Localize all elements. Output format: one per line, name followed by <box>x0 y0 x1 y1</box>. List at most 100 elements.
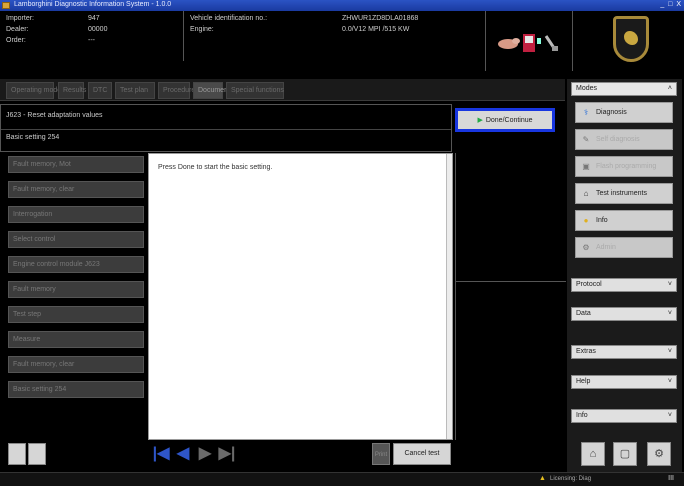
function-divider <box>1 129 451 130</box>
step-item[interactable]: Fault memory <box>8 281 144 298</box>
function-title-panel: J623 - Reset adaptation values Basic set… <box>0 104 452 152</box>
header-divider-logo <box>572 11 573 71</box>
cable-plug-icon <box>544 35 558 51</box>
hand-icon <box>498 38 520 49</box>
window-controls[interactable]: _ □ X <box>660 1 682 8</box>
instrument-icon: ⌂ <box>583 189 589 198</box>
step-item[interactable]: Test step <box>8 306 144 323</box>
header-divider <box>183 11 184 61</box>
tab-bar: Operating mode Results DTC Test plan Pro… <box>0 79 565 101</box>
home-icon[interactable]: ⌂ <box>581 442 605 466</box>
settings-icon[interactable]: ⚙ <box>647 442 671 466</box>
chevron-down-icon: ˅ <box>667 348 672 355</box>
tab-procedure[interactable]: Procedure <box>158 82 195 99</box>
flash-programming-button[interactable]: ▣ Flash programming <box>575 156 673 177</box>
vertical-scrollbar[interactable] <box>446 154 452 439</box>
diagnosis-button[interactable]: ⚕ Diagnosis <box>575 102 673 123</box>
dealer-value: 00000 <box>88 26 108 33</box>
next-page-icon[interactable]: ▶ <box>196 443 214 465</box>
test-instruments-button[interactable]: ⌂ Test instruments <box>575 183 673 204</box>
app-icon <box>2 2 10 9</box>
step-item[interactable]: Fault memory, clear <box>8 356 144 373</box>
modes-header[interactable]: Modes ˄ <box>571 82 677 96</box>
play-arrow-icon: ▶ <box>477 117 483 124</box>
function-title: J623 - Reset adaptation values <box>6 112 103 119</box>
tab-operating-mode[interactable]: Operating mode <box>6 82 61 99</box>
info-section-label: Info <box>576 412 588 419</box>
admin-button[interactable]: ⚙ Admin <box>575 237 673 258</box>
data-section[interactable]: Data ˅ <box>571 307 677 321</box>
data-label: Data <box>576 310 591 317</box>
instruction-panel: Press Done to start the basic setting. <box>148 153 453 440</box>
info-button[interactable]: ● Info <box>575 210 673 231</box>
info-icon: ● <box>583 216 589 225</box>
brand-logo <box>577 13 682 71</box>
order-label: Order: <box>6 37 26 44</box>
tab-results[interactable]: Results <box>58 82 86 99</box>
extras-label: Extras <box>576 348 596 355</box>
chip-icon: ▣ <box>582 162 590 171</box>
step-item[interactable]: Interrogation <box>8 206 144 223</box>
test-instruments-label: Test instruments <box>596 190 647 197</box>
order-value: --- <box>88 37 95 44</box>
chevron-down-icon: ˅ <box>667 378 672 385</box>
print-button[interactable]: Print <box>372 443 390 465</box>
dealer-label: Dealer: <box>6 26 29 33</box>
protocol-label: Protocol <box>576 281 602 288</box>
chevron-down-icon: ˅ <box>667 310 672 317</box>
done-continue-button[interactable]: ▶ Done/Continue <box>455 108 555 132</box>
vehicle-id-label: Vehicle identification no.: <box>190 15 268 22</box>
bull-icon <box>624 31 638 45</box>
instruction-text: Press Done to start the basic setting. <box>158 164 273 171</box>
admin-icon: ⚙ <box>582 243 590 252</box>
window-title: Lamborghini Diagnostic Information Syste… <box>14 1 172 8</box>
flash-programming-label: Flash programming <box>596 163 657 170</box>
first-page-icon[interactable]: |◀ <box>152 443 170 465</box>
step-item[interactable]: Select control <box>8 231 144 248</box>
modes-label: Modes <box>576 85 598 92</box>
result-panel <box>455 153 566 440</box>
header-divider-right <box>485 11 486 71</box>
self-diagnosis-label: Self diagnosis <box>596 136 640 143</box>
page-indicator: III <box>668 475 674 482</box>
window-titlebar: Lamborghini Diagnostic Information Syste… <box>0 0 684 11</box>
previous-page-icon[interactable]: ◀ <box>174 443 192 465</box>
step-item[interactable]: Engine control module J623 <box>8 256 144 273</box>
info-section[interactable]: Info ˅ <box>571 409 677 423</box>
tab-dtc[interactable]: DTC <box>88 82 112 99</box>
warning-icon: ▲ <box>539 475 546 482</box>
step-item[interactable]: Fault memory, Mot <box>8 156 144 173</box>
info-label: Info <box>596 217 608 224</box>
step-item[interactable]: Basic setting 254 <box>8 381 144 398</box>
tab-special-functions[interactable]: Special functions <box>226 82 284 99</box>
tab-test-plan[interactable]: Test plan <box>115 82 155 99</box>
lamborghini-shield-icon <box>613 16 649 62</box>
chevron-down-icon: ˅ <box>667 281 672 288</box>
vehicle-id-value: ZHWUR1ZD8DLA01868 <box>342 15 419 22</box>
last-page-icon[interactable]: ▶| <box>218 443 236 465</box>
modes-sidebar: Modes ˄ ⚕ Diagnosis ✎ Self diagnosis ▣ F… <box>567 79 682 484</box>
status-bar: ▲ Licensing: Diag III <box>0 472 684 486</box>
protocol-section[interactable]: Protocol ˅ <box>571 278 677 292</box>
wrench-icon: ✎ <box>582 135 590 144</box>
extras-section[interactable]: Extras ˅ <box>571 345 677 359</box>
connection-status-icons <box>498 34 558 52</box>
step-item[interactable]: Fault memory, clear <box>8 181 144 198</box>
license-status: Licensing: Diag <box>550 476 592 482</box>
admin-label: Admin <box>596 244 616 251</box>
chevron-down-icon: ˅ <box>667 412 672 419</box>
document-icon[interactable] <box>8 443 26 465</box>
importer-value: 947 <box>88 15 100 22</box>
notes-icon[interactable] <box>28 443 46 465</box>
function-subtitle: Basic setting 254 <box>6 134 60 141</box>
diagnosis-label: Diagnosis <box>596 109 627 116</box>
window-icon[interactable]: ▢ <box>613 442 637 466</box>
tab-documents[interactable]: Documents <box>193 82 233 99</box>
help-section[interactable]: Help ˅ <box>571 375 677 389</box>
cancel-test-button[interactable]: Cancel test <box>393 443 451 465</box>
stethoscope-icon: ⚕ <box>583 108 589 117</box>
engine-label: Engine: <box>190 26 214 33</box>
procedure-step-list: Fault memory, Mot Fault memory, clear In… <box>8 153 146 408</box>
step-item[interactable]: Measure <box>8 331 144 348</box>
self-diagnosis-button[interactable]: ✎ Self diagnosis <box>575 129 673 150</box>
